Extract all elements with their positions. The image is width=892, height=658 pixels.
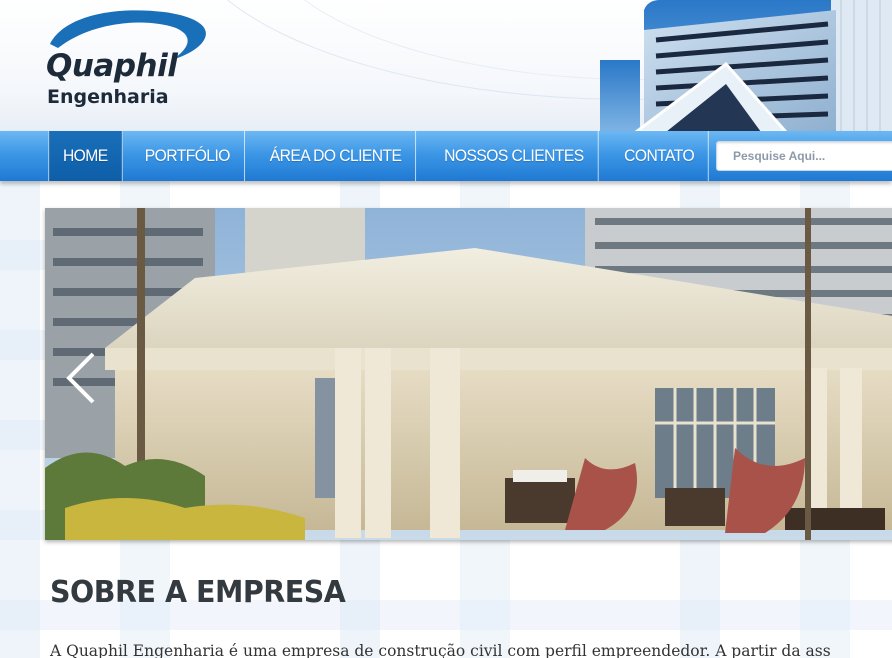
nav-item-portfolio[interactable]: PORTFÓLIO — [131, 131, 245, 181]
site-logo[interactable]: Quaphil Engenharia — [44, 8, 214, 112]
logo-subtitle: Engenharia — [47, 86, 169, 108]
nav-item-nossos-clientes[interactable]: NOSSOS CLIENTES — [431, 131, 599, 181]
search-input[interactable]: Pesquise Aqui... — [716, 141, 892, 171]
image-slider[interactable] — [45, 208, 892, 540]
nav-item-home[interactable]: HOME — [48, 131, 123, 181]
nav-item-contato[interactable]: CONTATO — [610, 131, 709, 181]
header-building-image — [596, 0, 892, 132]
main-nav: HOME PORTFÓLIO ÁREA DO CLIENTE NOSSOS CL… — [45, 131, 713, 181]
nav-item-area-do-cliente[interactable]: ÁREA DO CLIENTE — [256, 131, 417, 181]
about-section-title: SOBRE A EMPRESA — [50, 575, 346, 610]
slide-image — [45, 208, 892, 540]
chevron-left-icon[interactable] — [59, 348, 101, 408]
logo-name: Quaphil — [46, 48, 178, 84]
site-header: Quaphil Engenharia — [0, 0, 892, 132]
main-navbar: HOME PORTFÓLIO ÁREA DO CLIENTE NOSSOS CL… — [0, 131, 892, 181]
about-text: A Quaphil Engenharia é uma empresa de co… — [50, 642, 831, 658]
